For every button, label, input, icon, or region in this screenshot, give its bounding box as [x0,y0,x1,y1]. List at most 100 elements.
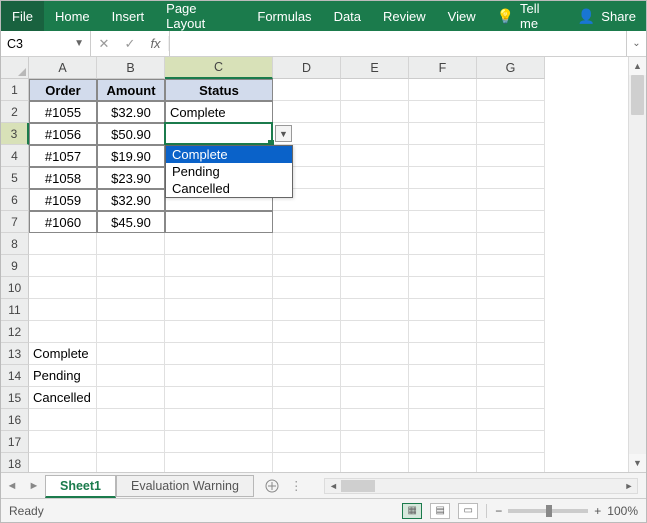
cell[interactable] [477,299,545,321]
ribbon-tab-pagelayout[interactable]: Page Layout [155,1,246,31]
cell[interactable] [341,255,409,277]
cell[interactable] [341,211,409,233]
cell[interactable] [409,321,477,343]
cell[interactable] [165,343,273,365]
scroll-thumb[interactable] [631,75,644,115]
cell[interactable] [273,211,341,233]
cell[interactable] [409,431,477,453]
cell[interactable] [341,453,409,472]
column-header[interactable]: G [477,57,545,79]
cell[interactable] [165,387,273,409]
tell-me[interactable]: 💡Tell me [487,1,568,31]
cell[interactable] [477,453,545,472]
cell[interactable] [29,409,97,431]
cell[interactable] [341,321,409,343]
vertical-scrollbar[interactable]: ▲ ▼ [628,57,646,472]
cell[interactable] [165,453,273,472]
table-header[interactable]: Status [165,79,273,101]
cell[interactable] [97,277,165,299]
cell[interactable] [97,453,165,472]
cell[interactable] [341,277,409,299]
cell[interactable] [341,79,409,101]
cell[interactable] [273,255,341,277]
cell[interactable] [273,431,341,453]
cell[interactable] [341,431,409,453]
table-header[interactable]: Amount [97,79,165,101]
cell[interactable] [477,387,545,409]
cell[interactable] [165,233,273,255]
amount-cell[interactable]: $19.90 [97,145,165,167]
cell[interactable] [97,321,165,343]
zoom-value[interactable]: 100% [607,504,638,518]
cell[interactable] [477,123,545,145]
row-header[interactable]: 10 [1,277,29,299]
cell[interactable] [29,255,97,277]
row-header[interactable]: 12 [1,321,29,343]
cell[interactable] [409,299,477,321]
cell[interactable] [165,277,273,299]
formula-input[interactable] [170,31,626,56]
cell[interactable] [97,233,165,255]
cell[interactable] [273,343,341,365]
order-cell[interactable]: #1060 [29,211,97,233]
ribbon-tab-home[interactable]: Home [44,1,101,31]
scroll-up-icon[interactable]: ▲ [629,57,646,75]
data-validation-dropdown-button[interactable]: ▼ [275,125,292,142]
cell[interactable] [341,299,409,321]
cell[interactable] [273,79,341,101]
cell[interactable] [409,409,477,431]
cell[interactable] [341,123,409,145]
enter-formula-button[interactable]: ✓ [117,36,143,52]
zoom-in-icon[interactable]: + [594,504,601,518]
cell[interactable] [29,453,97,472]
ribbon-tab-review[interactable]: Review [372,1,437,31]
order-cell[interactable]: #1056 [29,123,97,145]
view-pagelayout-button[interactable]: ▤ [430,503,450,519]
cell[interactable] [477,101,545,123]
row-header[interactable]: 13 [1,343,29,365]
row-header[interactable]: 8 [1,233,29,255]
cell[interactable] [477,365,545,387]
cell[interactable] [341,101,409,123]
cell[interactable] [29,277,97,299]
order-cell[interactable]: #1057 [29,145,97,167]
cell[interactable] [341,167,409,189]
cell[interactable] [97,365,165,387]
ribbon-tab-formulas[interactable]: Formulas [246,1,322,31]
cell[interactable] [341,409,409,431]
cell[interactable] [409,167,477,189]
cell[interactable] [273,233,341,255]
source-list-cell[interactable]: Complete [29,343,97,365]
status-cell[interactable] [165,123,273,145]
cell[interactable] [477,167,545,189]
cell[interactable] [477,189,545,211]
cell[interactable] [409,255,477,277]
cell[interactable] [477,255,545,277]
cell[interactable] [409,211,477,233]
scroll-down-icon[interactable]: ▼ [629,454,646,472]
cell[interactable] [165,409,273,431]
data-validation-dropdown-list[interactable]: CompletePendingCancelled [165,145,293,198]
amount-cell[interactable]: $50.90 [97,123,165,145]
row-header[interactable]: 18 [1,453,29,472]
name-box[interactable]: C3 ▼ [1,31,91,56]
column-header[interactable]: C [165,57,273,79]
hscroll-thumb[interactable] [341,480,375,492]
cell[interactable] [165,255,273,277]
cell[interactable] [273,321,341,343]
ribbon-tab-data[interactable]: Data [323,1,372,31]
zoom-out-icon[interactable]: − [495,504,502,518]
cell[interactable] [29,233,97,255]
cell[interactable] [97,409,165,431]
select-all-corner[interactable] [1,57,29,79]
horizontal-scrollbar[interactable]: ◄ ► [324,478,638,494]
cell[interactable] [409,453,477,472]
cell[interactable] [273,387,341,409]
hscroll-left-icon[interactable]: ◄ [325,481,341,491]
cell[interactable] [409,145,477,167]
row-header[interactable]: 17 [1,431,29,453]
cell[interactable] [273,299,341,321]
order-cell[interactable]: #1055 [29,101,97,123]
status-cell[interactable]: Complete [165,101,273,123]
amount-cell[interactable]: $23.90 [97,167,165,189]
